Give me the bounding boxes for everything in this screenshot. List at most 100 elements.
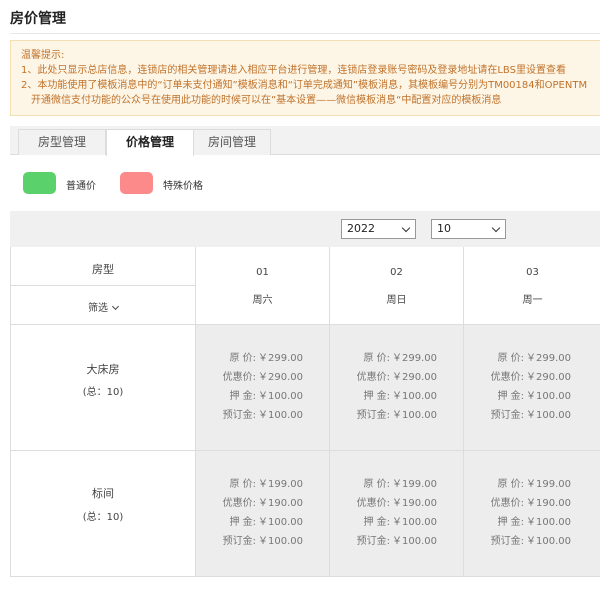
- price-label: 原 价:: [497, 353, 524, 364]
- room-total: (总：10): [82, 512, 124, 523]
- legend-special-label: 特殊价格: [163, 181, 203, 192]
- price-cell[interactable]: 原 价: ￥299.00 优惠价: ￥290.00 押 金: ￥100.00 预订金: ￥10…: [330, 325, 464, 451]
- price-value: ￥190.00: [392, 498, 437, 509]
- date-day: 02: [390, 267, 403, 278]
- price-label: 押 金:: [363, 391, 390, 402]
- tab-room-type[interactable]: 房型管理: [18, 129, 106, 155]
- price-lines: 原 价: ￥299.00 优惠价: ￥290.00 押 金: ￥100.00 预订金: ￥10…: [216, 349, 303, 425]
- month-select[interactable]: 10: [431, 219, 506, 239]
- price-label: 优惠价:: [490, 372, 524, 383]
- filter-cell[interactable]: 筛选: [11, 286, 196, 325]
- price-label: 优惠价:: [222, 498, 256, 509]
- price-label: 原 价:: [363, 353, 390, 364]
- legend-special-swatch: [120, 172, 153, 194]
- price-cell[interactable]: 原 价: ￥299.00 优惠价: ￥290.00 押 金: ￥100.00 预订金: ￥10…: [464, 325, 600, 451]
- price-line-booking: 预订金: ￥100.00: [350, 406, 437, 425]
- price-label: 优惠价:: [356, 372, 390, 383]
- price-line-original: 原 价: ￥199.00: [216, 475, 303, 494]
- price-line-booking: 预订金: ￥100.00: [484, 406, 571, 425]
- price-value: ￥190.00: [526, 498, 571, 509]
- notice-line-3: 开通微信支付功能的公众号在使用此功能的时候可以在”基本设置——微信模板消息“中配…: [31, 95, 502, 106]
- price-value: ￥199.00: [258, 479, 303, 490]
- filter-button[interactable]: 筛选: [11, 299, 195, 314]
- price-label: 原 价:: [229, 353, 256, 364]
- page-title: 房价管理: [10, 11, 66, 27]
- room-header: 房型: [92, 263, 114, 276]
- price-label: 押 金:: [497, 391, 524, 402]
- price-line-booking: 预订金: ￥100.00: [216, 406, 303, 425]
- date-weekday: 周六: [252, 295, 273, 306]
- price-label: 押 金:: [363, 517, 390, 528]
- month-select-value: 10: [437, 222, 451, 235]
- price-label: 优惠价:: [356, 498, 390, 509]
- notice-line-1: 1、此处只显示总店信息，连锁店的相关管理请进入相应平台进行管理，连锁店登录账号密…: [21, 65, 566, 76]
- price-cell[interactable]: 原 价: ￥199.00 优惠价: ￥190.00 押 金: ￥100.00 预订金: ￥10…: [464, 451, 600, 577]
- price-value: ￥299.00: [526, 353, 571, 364]
- price-value: ￥100.00: [258, 391, 303, 402]
- price-value: ￥100.00: [526, 391, 571, 402]
- tab-room[interactable]: 房间管理: [193, 129, 271, 155]
- legend-normal-label: 普通价: [66, 181, 96, 192]
- price-table: 房型 筛选 01 周六 02 周日 03 周一 大床房 (总：10) 标间 (总…: [10, 247, 600, 577]
- price-value: ￥100.00: [392, 536, 437, 547]
- price-value: ￥290.00: [258, 372, 303, 383]
- price-label: 押 金:: [497, 517, 524, 528]
- date-header-02: 02 周日: [330, 247, 464, 325]
- price-value: ￥299.00: [392, 353, 437, 364]
- price-value: ￥100.00: [258, 517, 303, 528]
- tab-price[interactable]: 价格管理: [106, 129, 194, 156]
- price-value: ￥190.00: [258, 498, 303, 509]
- price-label: 原 价:: [229, 479, 256, 490]
- price-label: 预订金:: [356, 410, 390, 421]
- price-label: 预订金:: [356, 536, 390, 547]
- price-line-booking: 预订金: ￥100.00: [216, 532, 303, 551]
- price-line-discount: 优惠价: ￥290.00: [350, 368, 437, 387]
- date-weekday: 周一: [522, 295, 543, 306]
- price-line-deposit: 押 金: ￥100.00: [350, 387, 437, 406]
- notice-line-2: 2、本功能使用了模板消息中的“订单未支付通知”模板消息和“订单完成通知”模板消息…: [21, 80, 588, 91]
- price-line-original: 原 价: ￥299.00: [216, 349, 303, 368]
- price-lines: 原 价: ￥199.00 优惠价: ￥190.00 押 金: ￥100.00 预订金: ￥10…: [350, 475, 437, 551]
- legend-normal-swatch: [23, 172, 56, 194]
- price-lines: 原 价: ￥299.00 优惠价: ￥290.00 押 金: ￥100.00 预订金: ￥10…: [350, 349, 437, 425]
- price-label: 押 金:: [229, 517, 256, 528]
- price-line-original: 原 价: ￥299.00: [350, 349, 437, 368]
- price-cell[interactable]: 原 价: ￥199.00 优惠价: ￥190.00 押 金: ￥100.00 预订金: ￥10…: [330, 451, 464, 577]
- price-line-deposit: 押 金: ￥100.00: [216, 513, 303, 532]
- price-cell[interactable]: 原 价: ￥299.00 优惠价: ￥290.00 押 金: ￥100.00 预订金: ￥10…: [196, 325, 330, 451]
- room-cell-standard: 标间 (总：10): [11, 451, 196, 577]
- price-line-discount: 优惠价: ￥190.00: [350, 494, 437, 513]
- price-value: ￥100.00: [392, 517, 437, 528]
- year-select[interactable]: 2022: [341, 219, 416, 239]
- price-lines: 原 价: ￥199.00 优惠价: ￥190.00 押 金: ￥100.00 预订金: ￥10…: [216, 475, 303, 551]
- price-cell[interactable]: 原 价: ￥199.00 优惠价: ￥190.00 押 金: ￥100.00 预订金: ￥10…: [196, 451, 330, 577]
- date-header-01: 01 周六: [196, 247, 330, 325]
- filter-label: 筛选: [88, 303, 108, 314]
- price-lines: 原 价: ￥299.00 优惠价: ￥290.00 押 金: ￥100.00 预订金: ￥10…: [484, 349, 571, 425]
- date-toolbar: [10, 211, 600, 248]
- date-header-03: 03 周一: [464, 247, 600, 325]
- chevron-down-icon: [401, 223, 411, 233]
- price-value: ￥199.00: [392, 479, 437, 490]
- price-line-deposit: 押 金: ￥100.00: [484, 387, 571, 406]
- price-label: 预订金:: [222, 410, 256, 421]
- price-line-booking: 预订金: ￥100.00: [350, 532, 437, 551]
- room-cell-king: 大床房 (总：10): [11, 325, 196, 451]
- price-label: 预订金:: [490, 410, 524, 421]
- room-header-cell: 房型: [11, 247, 196, 286]
- price-label: 原 价:: [497, 479, 524, 490]
- price-value: ￥100.00: [392, 410, 437, 421]
- date-day: 03: [526, 267, 539, 278]
- price-line-discount: 优惠价: ￥190.00: [216, 494, 303, 513]
- price-value: ￥199.00: [526, 479, 571, 490]
- price-value: ￥100.00: [258, 410, 303, 421]
- price-line-discount: 优惠价: ￥190.00: [484, 494, 571, 513]
- date-day: 01: [256, 267, 269, 278]
- price-line-deposit: 押 金: ￥100.00: [350, 513, 437, 532]
- price-line-booking: 预订金: ￥100.00: [484, 532, 571, 551]
- room-name: 大床房: [86, 363, 120, 376]
- date-weekday: 周日: [386, 295, 407, 306]
- price-value: ￥100.00: [258, 536, 303, 547]
- price-line-original: 原 价: ￥199.00: [350, 475, 437, 494]
- chevron-down-icon: [491, 223, 501, 233]
